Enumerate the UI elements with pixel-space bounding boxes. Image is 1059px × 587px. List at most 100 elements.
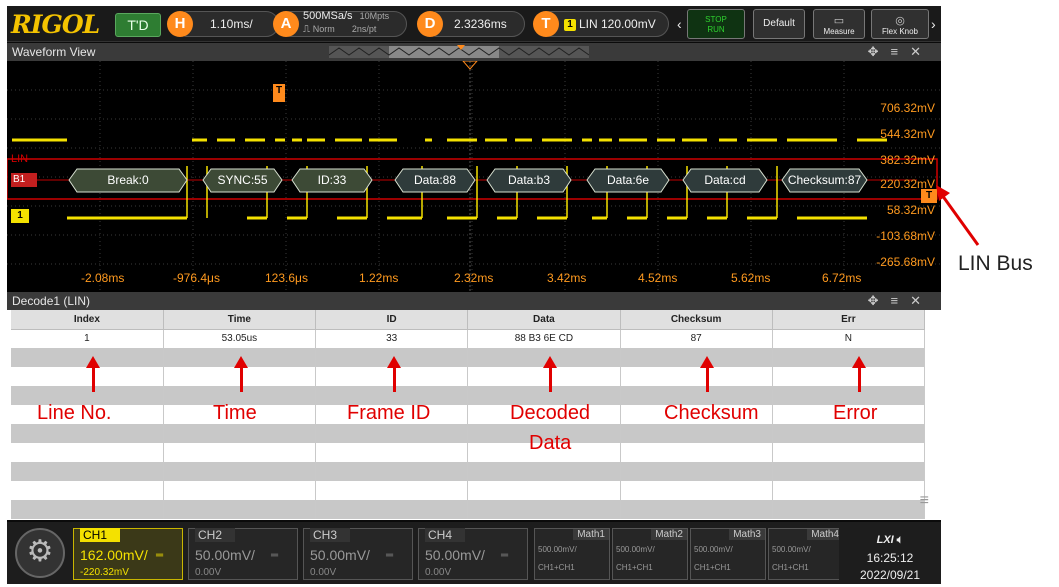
run-label: RUN xyxy=(707,25,725,34)
decoded-frame-label[interactable]: Data:88 xyxy=(395,168,475,192)
cell-checksum: 87 xyxy=(620,329,773,348)
y-axis-label: 382.32mV xyxy=(880,153,935,167)
annotation-arrow-line xyxy=(92,366,95,392)
decoded-frame-label[interactable]: Data:cd xyxy=(683,168,767,192)
stop-run-button[interactable]: STOP RUN xyxy=(687,9,745,39)
math4-box[interactable]: Math4 500.00mV/ CH1+CH1 xyxy=(768,528,844,580)
panel-icons: ✥≡✕ xyxy=(868,292,933,310)
bottom-bar: ⚙ CH1 162.00mV/ ═ -220.32mV CH2 50.00mV/… xyxy=(7,522,941,584)
table-row[interactable]: 1 53.05us 33 88 B3 6E CD 87 N xyxy=(11,329,926,348)
memory-overview[interactable] xyxy=(329,45,589,59)
empty-cell xyxy=(315,443,469,462)
list-collapse-icon[interactable]: ≡ xyxy=(920,492,929,510)
table-row[interactable] xyxy=(11,367,926,386)
channel-ch4[interactable]: CH4 50.00mV/ ═ 0.00V xyxy=(418,528,528,580)
speaker-icon[interactable]: 🔈︎ xyxy=(897,534,904,546)
left-arrow-icon[interactable]: ‹ xyxy=(677,16,682,32)
ruler-icon: ▭ xyxy=(833,15,845,27)
drag-icon[interactable]: ✥ xyxy=(868,44,891,59)
channel-ch1[interactable]: CH1 162.00mV/ ═ -220.32mV xyxy=(73,528,183,580)
empty-cell xyxy=(620,462,773,481)
math4-scale: 500.00mV/ xyxy=(772,545,811,554)
oscilloscope-screen: RIGOL T'D 1.10ms/ H A 500MSa/s 10Mpts ⎍ … xyxy=(7,6,941,584)
annotation-arrow-line xyxy=(706,366,709,392)
annotation-arrow-line xyxy=(393,366,396,392)
col-id[interactable]: ID xyxy=(315,310,469,330)
table-row[interactable] xyxy=(11,348,926,367)
empty-cell xyxy=(620,500,773,519)
math3-expr: CH1+CH1 xyxy=(694,563,731,572)
col-checksum[interactable]: Checksum xyxy=(620,310,773,330)
math4-expr: CH1+CH1 xyxy=(772,563,809,572)
trigger-icon: T xyxy=(533,11,559,37)
math2-box[interactable]: Math2 500.00mV/ CH1+CH1 xyxy=(612,528,688,580)
trigger-source: 1 xyxy=(564,19,576,31)
ch3-offset: 0.00V xyxy=(310,567,337,578)
empty-cell xyxy=(315,500,469,519)
math3-box[interactable]: Math3 500.00mV/ CH1+CH1 xyxy=(690,528,766,580)
col-time[interactable]: Time xyxy=(163,310,317,330)
ch1-level-tag[interactable]: 1 xyxy=(11,209,29,223)
table-row[interactable] xyxy=(11,424,926,443)
empty-cell xyxy=(772,424,926,443)
default-button[interactable]: Default xyxy=(753,9,805,39)
waveform-view-title: Waveform View xyxy=(12,45,96,59)
table-row[interactable] xyxy=(11,500,926,519)
coupling-icon: ═ xyxy=(271,550,279,561)
annotation-label: Decoded xyxy=(510,402,591,424)
empty-cell xyxy=(163,443,317,462)
empty-cell xyxy=(163,462,317,481)
decoded-frame-label[interactable]: ID:33 xyxy=(292,168,372,192)
decoded-frame-label[interactable]: SYNC:55 xyxy=(203,168,282,192)
decoded-frame-label[interactable]: Checksum:87 xyxy=(782,168,867,192)
table-row[interactable] xyxy=(11,462,926,481)
y-axis-label: -103.68mV xyxy=(876,229,935,243)
measure-button[interactable]: ▭ Measure xyxy=(813,9,865,39)
flex-knob-button[interactable]: ◎ Flex Knob xyxy=(871,9,929,39)
coupling-icon: ═ xyxy=(501,550,509,561)
math1-box[interactable]: Math1 500.00mV/ CH1+CH1 xyxy=(534,528,610,580)
y-axis-label: 544.32mV xyxy=(880,127,935,141)
empty-cell xyxy=(467,367,621,386)
table-row[interactable] xyxy=(11,405,926,424)
decoded-frame-label[interactable]: Data:6e xyxy=(587,168,669,192)
right-arrow-icon[interactable]: › xyxy=(931,16,936,32)
waveform-area[interactable]: T LIN B1 1 T 706.32mV 544.32mV 382.32mV 220… xyxy=(7,61,941,292)
menu-icon[interactable]: ≡ xyxy=(891,293,911,308)
trigger-status[interactable]: T'D xyxy=(115,13,161,37)
ch2-scale: 50.00mV/ xyxy=(195,547,255,563)
decoded-frame-label[interactable]: Break:0 xyxy=(69,168,187,192)
col-index[interactable]: Index xyxy=(11,310,164,330)
menu-icon[interactable]: ≡ xyxy=(891,44,911,59)
col-data[interactable]: Data xyxy=(467,310,621,330)
empty-cell xyxy=(11,443,164,462)
empty-cell xyxy=(163,500,317,519)
empty-cell xyxy=(772,443,926,462)
bus-b1-tag[interactable]: B1 xyxy=(11,173,37,187)
math4-name: Math4 xyxy=(807,529,843,540)
math3-scale: 500.00mV/ xyxy=(694,545,733,554)
table-row[interactable] xyxy=(11,443,926,462)
col-err[interactable]: Err xyxy=(772,310,926,330)
trigger-position-marker[interactable]: T xyxy=(273,84,285,102)
math2-scale: 500.00mV/ xyxy=(616,545,655,554)
settings-gear-icon[interactable]: ⚙ xyxy=(15,528,65,578)
cell-err: N xyxy=(772,329,926,348)
math1-name: Math1 xyxy=(573,529,609,540)
channel-ch3[interactable]: CH3 50.00mV/ ═ 0.00V xyxy=(303,528,413,580)
clock-date: 2022/09/21 xyxy=(859,568,921,582)
drag-icon[interactable]: ✥ xyxy=(868,293,891,308)
close-icon[interactable]: ✕ xyxy=(910,293,933,308)
figure: RIGOL T'D 1.10ms/ H A 500MSa/s 10Mpts ⎍ … xyxy=(0,0,1059,587)
decoded-frame-label[interactable]: Data:b3 xyxy=(487,168,571,192)
empty-cell xyxy=(620,443,773,462)
status-panel: LXI 🔈︎ 16:25:12 2022/09/21 xyxy=(839,522,941,584)
ch1-scale: 162.00mV/ xyxy=(80,547,148,563)
table-row[interactable] xyxy=(11,386,926,405)
empty-cell xyxy=(620,481,773,500)
close-icon[interactable]: ✕ xyxy=(910,44,933,59)
table-row[interactable] xyxy=(11,481,926,500)
waveform-view-header: Waveform View ✥≡✕ xyxy=(7,43,941,61)
channel-ch2[interactable]: CH2 50.00mV/ ═ 0.00V xyxy=(188,528,298,580)
decode-title: Decode1 (LIN) xyxy=(12,294,91,308)
